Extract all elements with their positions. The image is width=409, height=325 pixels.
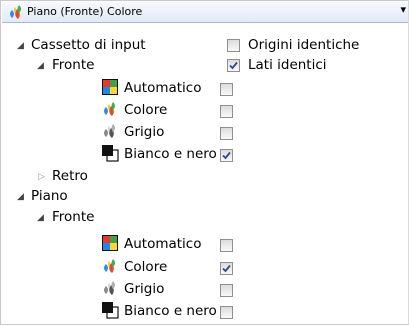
grayscale-mode-icon bbox=[104, 281, 115, 295]
checkmark-icon bbox=[222, 264, 231, 273]
panel-title: Piano (Fronte) Colore bbox=[27, 5, 143, 18]
black-white-mode-icon bbox=[102, 302, 119, 319]
automatic-mode-icon bbox=[102, 79, 118, 95]
expand-cassetto-icon[interactable]: ◢ bbox=[17, 35, 24, 57]
expand-fronte-icon[interactable]: ◢ bbox=[37, 55, 44, 77]
black-white-mode-icon bbox=[102, 145, 119, 162]
color-drops-icon bbox=[10, 5, 21, 19]
expand-piano-icon[interactable]: ◢ bbox=[17, 186, 24, 208]
item-piano-automatico[interactable]: Automatico bbox=[124, 233, 202, 255]
piano-automatico-checkbox[interactable] bbox=[220, 239, 233, 252]
panel-header[interactable]: Piano (Fronte) Colore ▾ bbox=[2, 2, 408, 23]
tree-node-piano[interactable]: Piano bbox=[31, 185, 68, 207]
colore-checkbox[interactable] bbox=[220, 105, 233, 118]
item-piano-colore[interactable]: Colore bbox=[124, 256, 167, 278]
piano-bianco-e-nero-checkbox[interactable] bbox=[220, 306, 233, 319]
item-automatico[interactable]: Automatico bbox=[124, 77, 202, 99]
piano-grigio-checkbox[interactable] bbox=[220, 284, 233, 297]
bianco-e-nero-checkbox[interactable] bbox=[220, 149, 233, 162]
tree-node-retro[interactable]: Retro bbox=[52, 165, 88, 187]
settings-tree-panel: Piano (Fronte) Colore ▾ ◢ Cassetto di in… bbox=[0, 0, 409, 325]
grigio-checkbox[interactable] bbox=[220, 127, 233, 140]
automatico-checkbox[interactable] bbox=[220, 83, 233, 96]
automatic-mode-icon bbox=[102, 235, 118, 251]
lati-identici-checkbox[interactable] bbox=[227, 59, 240, 72]
origini-identiche-label: Origini identiche bbox=[248, 37, 360, 53]
item-grigio[interactable]: Grigio bbox=[124, 121, 164, 143]
header-overflow-icon[interactable]: ▾ bbox=[400, 3, 406, 16]
item-piano-bianco-e-nero[interactable]: Bianco e nero bbox=[124, 300, 217, 322]
piano-colore-checkbox[interactable] bbox=[220, 262, 233, 275]
tree-node-fronte[interactable]: Fronte bbox=[52, 54, 94, 76]
checkmark-icon bbox=[222, 151, 231, 160]
item-colore[interactable]: Colore bbox=[124, 99, 167, 121]
lati-identici-label: Lati identici bbox=[248, 57, 327, 73]
color-mode-icon bbox=[104, 259, 115, 273]
item-piano-grigio[interactable]: Grigio bbox=[124, 278, 164, 300]
item-bianco-e-nero[interactable]: Bianco e nero bbox=[124, 143, 217, 165]
grayscale-mode-icon bbox=[104, 124, 115, 138]
checkmark-icon bbox=[229, 61, 238, 70]
expand-piano-fronte-icon[interactable]: ◢ bbox=[37, 207, 44, 229]
tree-node-cassetto[interactable]: Cassetto di input bbox=[31, 34, 146, 56]
color-mode-icon bbox=[104, 102, 115, 116]
tree-node-piano-fronte[interactable]: Fronte bbox=[52, 206, 94, 228]
origini-identiche-checkbox[interactable] bbox=[227, 39, 240, 52]
